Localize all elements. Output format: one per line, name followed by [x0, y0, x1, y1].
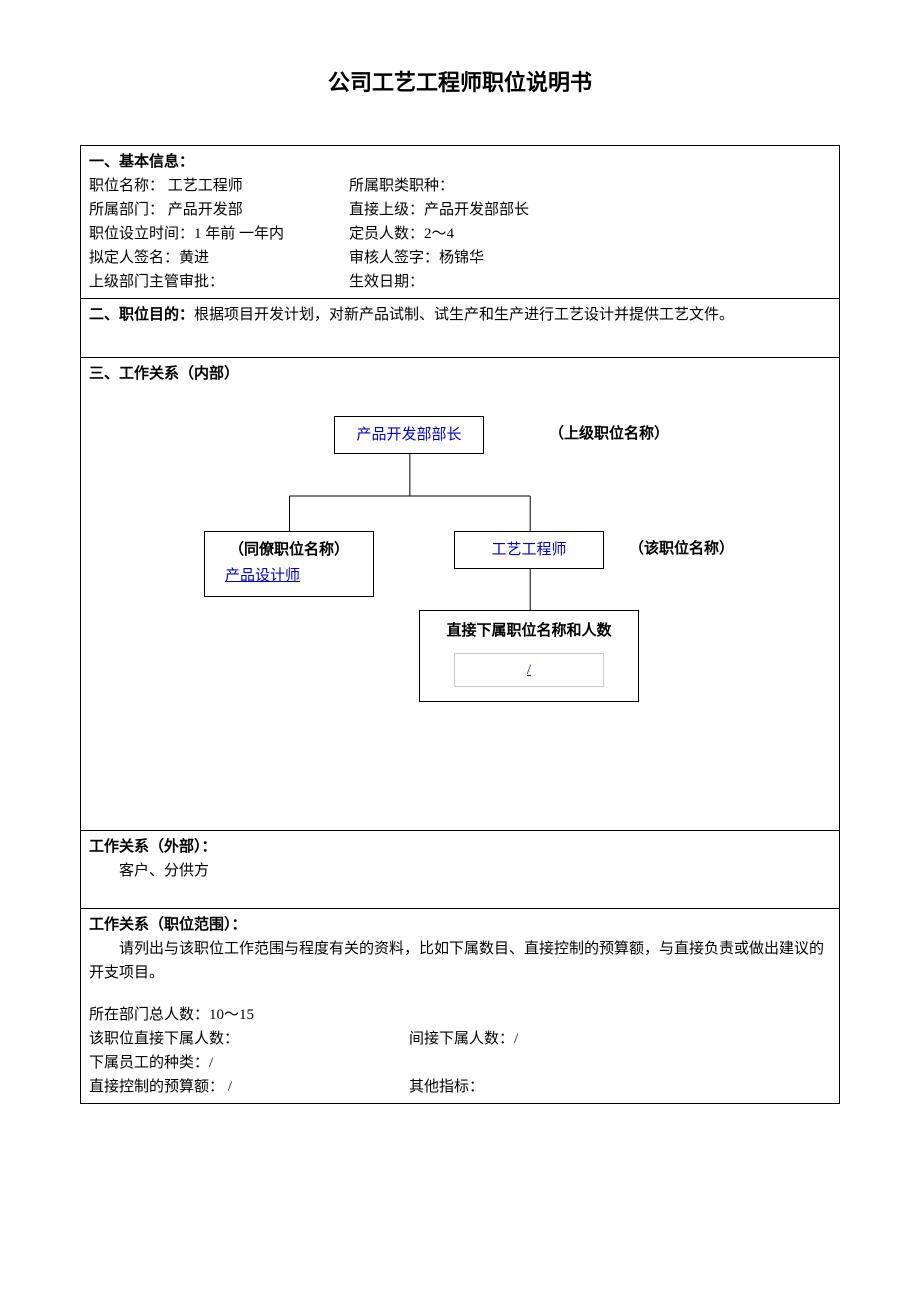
s1-r5b: 生效日期： — [349, 270, 831, 294]
s5-heading: 工作关系（职位范围）： — [89, 913, 831, 937]
s5-r4b: 其他指标： — [409, 1075, 484, 1099]
org-top-box: 产品开发部部长 — [334, 416, 484, 454]
s1-r4a: 拟定人签名：黄进 — [89, 246, 349, 270]
org-peer-label: （同僚职位名称） — [215, 538, 363, 562]
s5-r4a: 直接控制的预算额： / — [89, 1075, 409, 1099]
org-peer-box: （同僚职位名称） 产品设计师 — [204, 531, 374, 597]
s1-r1a: 职位名称： 工艺工程师 — [89, 174, 349, 198]
s4-text: 客户、分供方 — [89, 859, 831, 883]
section-external-relations: 工作关系（外部）： 客户、分供方 — [81, 831, 840, 909]
s4-heading: 工作关系（外部）： — [89, 835, 831, 859]
s1-r1b: 所属职类职种： — [349, 174, 831, 198]
s3-heading: 三、工作关系（内部） — [89, 362, 831, 386]
org-self-label: （该职位名称） — [629, 537, 734, 561]
doc-title: 公司工艺工程师职位说明书 — [80, 65, 840, 100]
org-chart: 产品开发部部长 （上级职位名称） （同僚职位名称） 产品设计师 工艺工程师 （该… — [89, 396, 831, 826]
org-sub-link[interactable]: / — [527, 662, 531, 678]
s2-heading: 二、职位目的： — [89, 307, 194, 323]
s2-text: 根据项目开发计划，对新产品试制、试生产和生产进行工艺设计并提供工艺文件。 — [194, 307, 734, 323]
org-sub-wrap: 直接下属职位名称和人数 / — [419, 610, 639, 702]
s1-r5a: 上级部门主管审批： — [89, 270, 349, 294]
org-sub-title: 直接下属职位名称和人数 — [428, 619, 630, 643]
main-table: 一、基本信息： 职位名称： 工艺工程师所属职类职种： 所属部门： 产品开发部直接… — [80, 145, 840, 1104]
s5-r3: 下属员工的种类：/ — [89, 1051, 831, 1075]
s5-r1: 所在部门总人数：10～15 — [89, 1003, 831, 1027]
section-internal-relations: 三、工作关系（内部） 产品开发部部长 （上级职位名称） （同僚职位名称） 产品设… — [81, 358, 840, 831]
s1-r2b: 直接上级：产品开发部部长 — [349, 198, 831, 222]
org-self-box: 工艺工程师 — [454, 531, 604, 569]
s1-r3a: 职位设立时间：1 年前 一年内 — [89, 222, 349, 246]
org-sub-inner: / — [454, 653, 604, 687]
org-top-label: （上级职位名称） — [549, 422, 669, 446]
s1-r2a: 所属部门： 产品开发部 — [89, 198, 349, 222]
s5-r2a: 该职位直接下属人数： — [89, 1027, 409, 1051]
section-scope: 工作关系（职位范围）： 请列出与该职位工作范围与程度有关的资料，比如下属数目、直… — [81, 909, 840, 1104]
org-peer-link[interactable]: 产品设计师 — [225, 568, 300, 584]
s1-heading: 一、基本信息： — [89, 150, 831, 174]
org-top-text: 产品开发部部长 — [356, 427, 461, 443]
s5-r2b: 间接下属人数：/ — [409, 1027, 518, 1051]
s1-r4b: 审核人签字：杨锦华 — [349, 246, 831, 270]
section-basic-info: 一、基本信息： 职位名称： 工艺工程师所属职类职种： 所属部门： 产品开发部直接… — [81, 146, 840, 299]
org-self-text: 工艺工程师 — [491, 542, 566, 558]
s1-r3b: 定员人数：2～4 — [349, 222, 831, 246]
s5-text: 请列出与该职位工作范围与程度有关的资料，比如下属数目、直接控制的预算额，与直接负… — [89, 937, 831, 985]
section-purpose: 二、职位目的：根据项目开发计划，对新产品试制、试生产和生产进行工艺设计并提供工艺… — [81, 299, 840, 358]
